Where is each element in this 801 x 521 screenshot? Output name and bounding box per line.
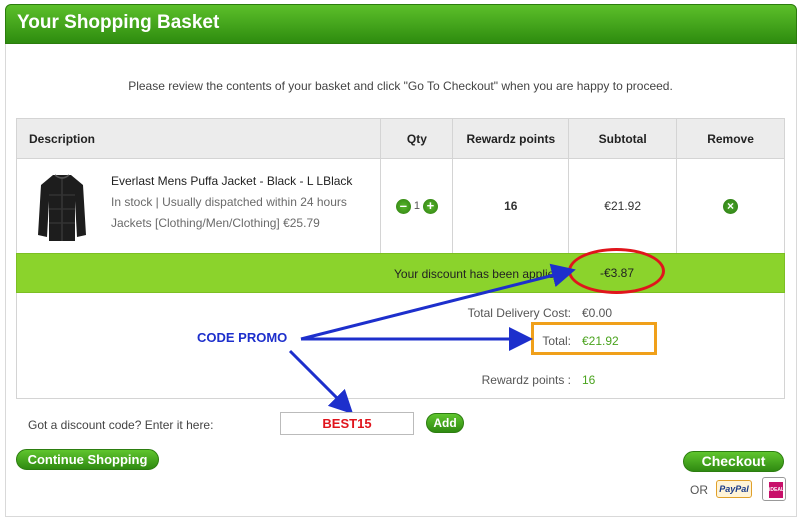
- remove-cell: ×: [676, 158, 785, 254]
- table-header-row: Description Qty Rewardz points Subtotal …: [15, 118, 785, 159]
- ideal-logo[interactable]: iDEAL: [762, 477, 786, 501]
- product-category: Jackets [Clothing/Men/Clothing] €25.79: [111, 216, 320, 230]
- discount-label: Your discount has been applied:: [394, 267, 565, 281]
- total-highlight-box: [531, 322, 657, 355]
- col-rewardz-points: Rewardz points: [452, 118, 570, 159]
- discount-bar: Your discount has been applied: -€3.87: [16, 253, 785, 293]
- paypal-logo[interactable]: PayPal: [716, 480, 752, 498]
- col-description: Description: [15, 118, 382, 159]
- add-discount-button[interactable]: Add: [426, 413, 464, 433]
- intro-text: Please review the contents of your baske…: [128, 79, 673, 93]
- minus-icon[interactable]: –: [395, 198, 411, 214]
- page-header: Your Shopping Basket: [5, 4, 797, 44]
- stock-status: In stock | Usually dispatched within 24 …: [111, 195, 347, 209]
- subtotal-cell: €21.92: [568, 158, 678, 254]
- discount-highlight-ellipse: [568, 248, 665, 294]
- delivery-cost-label: Total Delivery Cost:: [467, 306, 571, 320]
- plus-icon[interactable]: +: [422, 198, 438, 214]
- item-subtotal: €21.92: [604, 199, 641, 213]
- delivery-cost-value: €0.00: [582, 306, 613, 320]
- rewardz-points-value: 16: [582, 373, 596, 387]
- table-row: Everlast Mens Puffa Jacket - Black - L L…: [15, 158, 785, 254]
- product-details: Everlast Mens Puffa Jacket - Black - L L…: [111, 171, 352, 234]
- basket-table: Description Qty Rewardz points Subtotal …: [15, 118, 785, 254]
- remove-icon[interactable]: ×: [723, 198, 739, 214]
- order-summary: [16, 293, 785, 399]
- discount-code-prompt: Got a discount code? Enter it here:: [28, 418, 214, 432]
- col-remove: Remove: [676, 118, 785, 159]
- col-qty: Qty: [380, 118, 454, 159]
- or-label: OR: [690, 483, 708, 497]
- ideal-logo-text: iDEAL: [769, 482, 784, 498]
- col-subtotal: Subtotal: [568, 118, 678, 159]
- rewardz-points-label: Rewardz points :: [481, 373, 571, 387]
- checkout-button[interactable]: Checkout: [683, 451, 784, 472]
- product-description-cell: Everlast Mens Puffa Jacket - Black - L L…: [15, 158, 382, 254]
- page-title: Your Shopping Basket: [17, 12, 220, 33]
- qty-cell: – 1 +: [380, 158, 454, 254]
- quantity-value: 1: [413, 200, 420, 212]
- points-cell: 16: [452, 158, 570, 254]
- item-points: 16: [504, 199, 518, 213]
- code-promo-annotation: CODE PROMO: [197, 330, 288, 345]
- discount-code-input[interactable]: BEST15: [280, 412, 414, 435]
- continue-shopping-button[interactable]: Continue Shopping: [16, 449, 159, 470]
- product-image[interactable]: [37, 171, 87, 243]
- quantity-stepper: – 1 +: [395, 198, 438, 214]
- product-name[interactable]: Everlast Mens Puffa Jacket - Black - L L…: [111, 171, 352, 192]
